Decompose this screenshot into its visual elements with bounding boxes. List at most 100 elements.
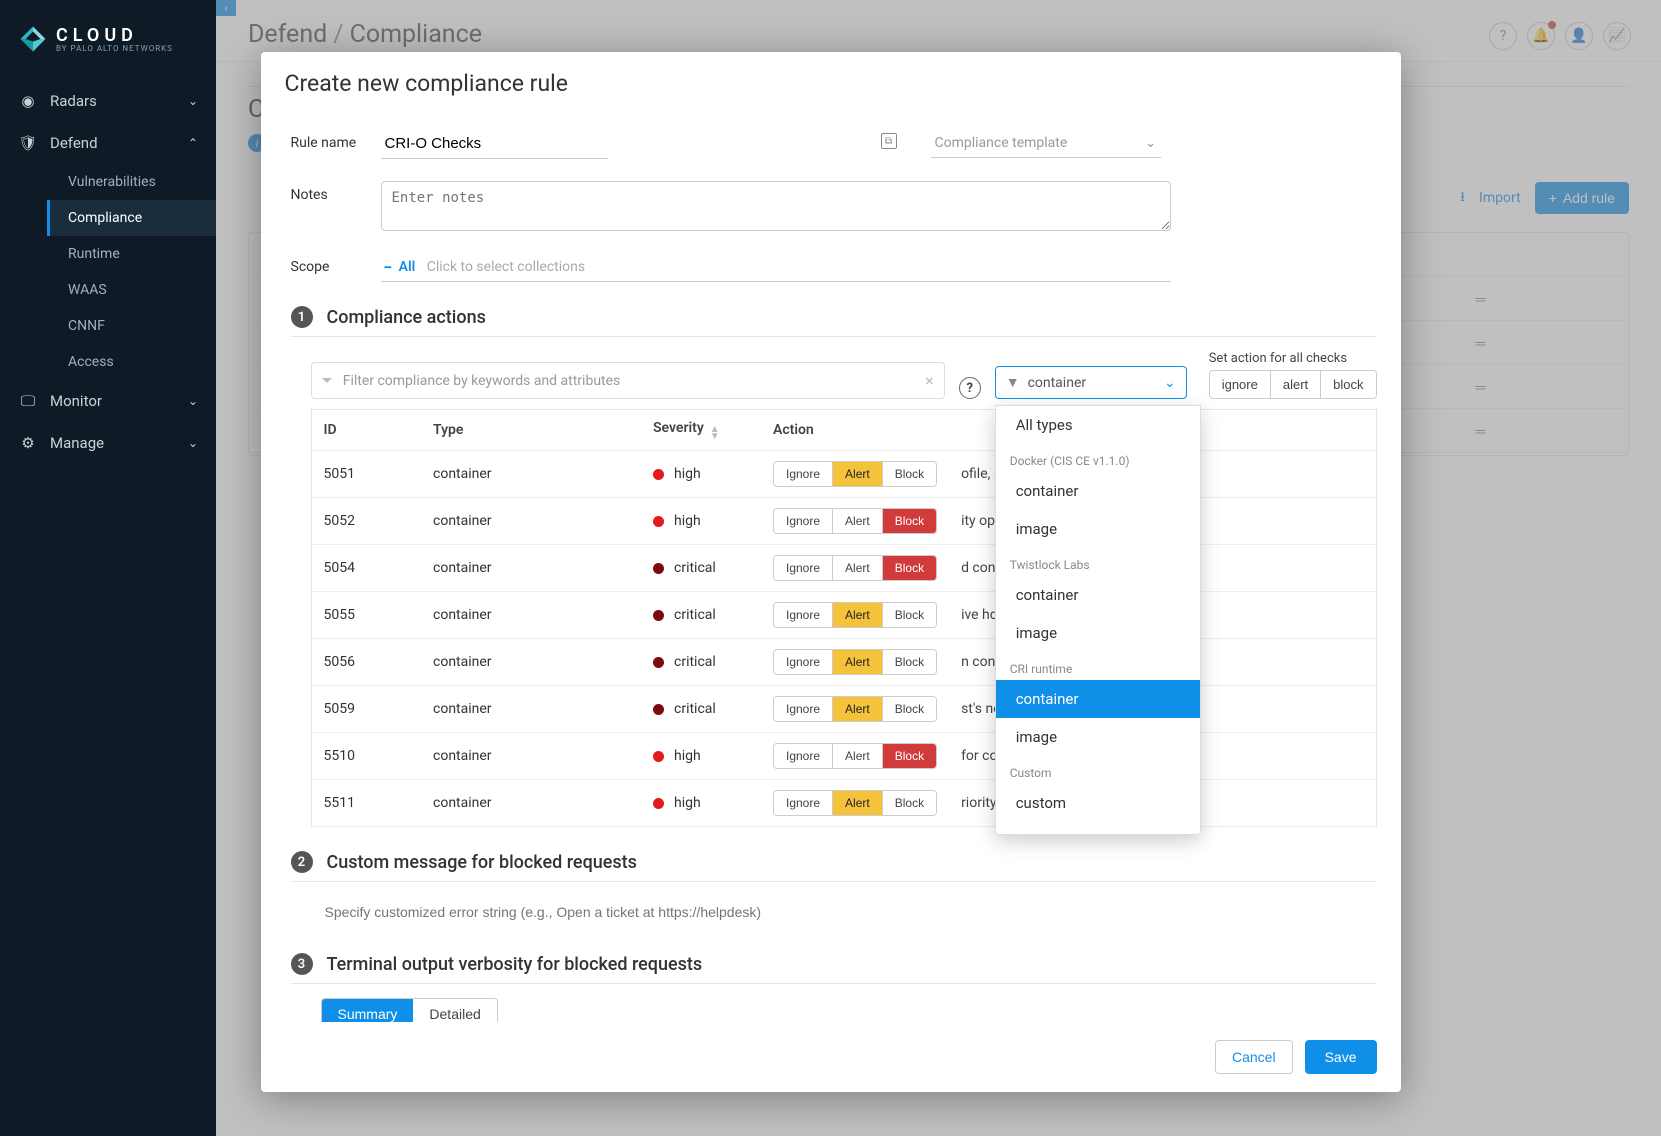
action-ignore-button[interactable]: Ignore [774, 556, 832, 580]
action-block-button[interactable]: Block [882, 509, 936, 533]
table-row[interactable]: 5055 container critical Ignore Alert Blo… [311, 592, 1376, 639]
dd-option[interactable]: container [996, 472, 1200, 510]
label-rule-name: Rule name [291, 129, 381, 151]
action-segment: Ignore Alert Block [773, 461, 937, 487]
cancel-button[interactable]: Cancel [1215, 1040, 1293, 1074]
section-verbosity: Terminal output verbosity for blocked re… [327, 954, 703, 975]
action-ignore-button[interactable]: Ignore [774, 744, 832, 768]
action-segment: Ignore Alert Block [773, 743, 937, 769]
radar-icon: ◉ [18, 92, 38, 110]
col-severity[interactable]: Severity▲▼ [641, 410, 761, 451]
table-row[interactable]: 5510 container high Ignore Alert Block f… [311, 733, 1376, 780]
action-block-button[interactable]: Block [882, 791, 936, 815]
section-compliance-actions: Compliance actions [327, 307, 486, 328]
shield-icon: 🛡 [18, 134, 38, 152]
step-badge-2: 2 [291, 851, 313, 873]
compliance-template-select[interactable]: Compliance template ⌄ [931, 129, 1161, 158]
monitor-icon: 🖵 [18, 392, 38, 410]
save-button[interactable]: Save [1305, 1040, 1377, 1074]
action-block-button[interactable]: Block [882, 603, 936, 627]
nav-runtime[interactable]: Runtime [50, 236, 216, 272]
col-action[interactable]: Action [761, 410, 949, 451]
table-row[interactable]: 5511 container high Ignore Alert Block r… [311, 780, 1376, 827]
action-block-button[interactable]: Block [882, 697, 936, 721]
brand-tagline: BY PALO ALTO NETWORKS [56, 44, 173, 53]
action-ignore-button[interactable]: Ignore [774, 650, 832, 674]
dd-option[interactable]: container [996, 680, 1200, 718]
type-filter-dropdown[interactable]: ▼ container ⌄ All types Docker (CIS CE v… [995, 366, 1187, 399]
nav-waas[interactable]: WAAS [50, 272, 216, 308]
action-alert-button[interactable]: Alert [832, 462, 882, 486]
action-block-button[interactable]: Block [882, 744, 936, 768]
bulk-action-segment: ignore alert block [1209, 370, 1377, 399]
table-row[interactable]: 5052 container high Ignore Alert Block i… [311, 498, 1376, 545]
minus-icon: ━ [385, 261, 392, 274]
nav-compliance[interactable]: Compliance [47, 200, 216, 236]
action-alert-button[interactable]: Alert [832, 603, 882, 627]
table-row[interactable]: 5051 container high Ignore Alert Block o… [311, 451, 1376, 498]
dd-option[interactable]: container [996, 576, 1200, 614]
action-segment: Ignore Alert Block [773, 696, 937, 722]
action-alert-button[interactable]: Alert [832, 556, 882, 580]
nav-cnnf[interactable]: CNNF [50, 308, 216, 344]
gear-icon: ⚙ [18, 434, 38, 452]
table-row[interactable]: 5059 container critical Ignore Alert Blo… [311, 686, 1376, 733]
action-segment: Ignore Alert Block [773, 602, 937, 628]
action-block-button[interactable]: Block [882, 650, 936, 674]
nav-radars[interactable]: ◉ Radars ⌄ [0, 80, 216, 122]
clear-filter-icon[interactable]: × [925, 371, 934, 390]
nav-manage[interactable]: ⚙ Manage ⌄ [0, 422, 216, 464]
table-row[interactable]: 5056 container critical Ignore Alert Blo… [311, 639, 1376, 686]
notes-input[interactable] [381, 181, 1171, 231]
nav-access[interactable]: Access [50, 344, 216, 380]
rule-name-input[interactable] [381, 129, 608, 159]
sidebar: CLOUD BY PALO ALTO NETWORKS ◉ Radars ⌄ 🛡… [0, 0, 216, 1136]
verbosity-detailed-button[interactable]: Detailed [413, 999, 496, 1022]
compliance-filter-input[interactable]: ⏷ Filter compliance by keywords and attr… [311, 362, 945, 399]
action-alert-button[interactable]: Alert [832, 650, 882, 674]
help-icon[interactable]: ? [959, 377, 981, 399]
scope-input[interactable]: ━ All Click to select collections [381, 253, 1171, 282]
bulk-block-button[interactable]: block [1320, 371, 1375, 398]
bulk-alert-button[interactable]: alert [1270, 371, 1320, 398]
nav-vulnerabilities[interactable]: Vulnerabilities [50, 164, 216, 200]
action-alert-button[interactable]: Alert [832, 744, 882, 768]
custom-message-input[interactable] [321, 896, 1377, 929]
severity-dot-icon [653, 610, 664, 621]
dd-option[interactable]: image [996, 614, 1200, 652]
action-ignore-button[interactable]: Ignore [774, 509, 832, 533]
type-filter-popover: All types Docker (CIS CE v1.1.0)containe… [995, 405, 1201, 835]
action-segment: Ignore Alert Block [773, 649, 937, 675]
nav-monitor[interactable]: 🖵 Monitor ⌄ [0, 380, 216, 422]
bulk-ignore-button[interactable]: ignore [1210, 371, 1270, 398]
action-ignore-button[interactable]: Ignore [774, 791, 832, 815]
funnel-icon: ⏷ [322, 373, 333, 389]
label-scope: Scope [291, 253, 381, 275]
action-ignore-button[interactable]: Ignore [774, 462, 832, 486]
section-custom-message: Custom message for blocked requests [327, 852, 637, 873]
action-block-button[interactable]: Block [882, 556, 936, 580]
dd-option[interactable]: image [996, 718, 1200, 756]
main-nav: ◉ Radars ⌄ 🛡 Defend ⌃ Vulnerabilities Co… [0, 74, 216, 464]
dd-opt-all-types[interactable]: All types [996, 406, 1200, 444]
action-block-button[interactable]: Block [882, 462, 936, 486]
action-alert-button[interactable]: Alert [832, 791, 882, 815]
step-badge-3: 3 [291, 953, 313, 975]
col-type[interactable]: Type [421, 410, 641, 451]
action-alert-button[interactable]: Alert [832, 509, 882, 533]
nav-defend[interactable]: 🛡 Defend ⌃ [0, 122, 216, 164]
dd-group-label: Docker (CIS CE v1.1.0) [996, 444, 1200, 472]
action-ignore-button[interactable]: Ignore [774, 603, 832, 627]
dd-option[interactable]: custom [996, 784, 1200, 822]
step-badge-1: 1 [291, 306, 313, 328]
verbosity-summary-button[interactable]: Summary [322, 999, 414, 1022]
dd-group-label: Istio [996, 822, 1200, 835]
dd-group-label: CRI runtime [996, 652, 1200, 680]
dd-group-label: Custom [996, 756, 1200, 784]
copy-icon[interactable]: ⧉ [881, 133, 897, 149]
dd-option[interactable]: image [996, 510, 1200, 548]
col-id[interactable]: ID [311, 410, 421, 451]
action-alert-button[interactable]: Alert [832, 697, 882, 721]
table-row[interactable]: 5054 container critical Ignore Alert Blo… [311, 545, 1376, 592]
action-ignore-button[interactable]: Ignore [774, 697, 832, 721]
